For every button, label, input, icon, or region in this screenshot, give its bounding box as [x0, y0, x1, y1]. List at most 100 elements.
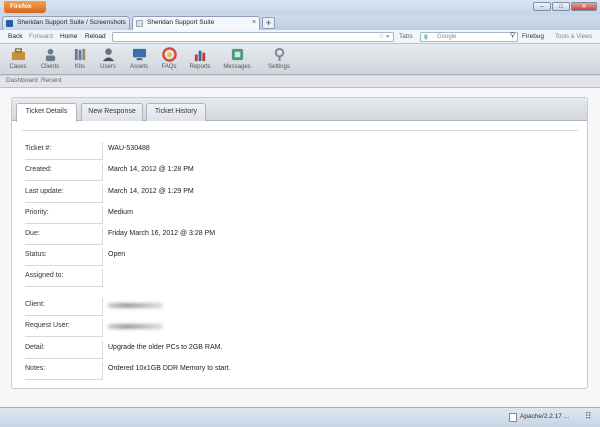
toolbar-faqs-button[interactable]: FAQs — [154, 47, 184, 70]
reports-icon — [194, 50, 205, 62]
field-label: Assigned to: — [25, 269, 103, 287]
field-value: March 14, 2012 @ 1:29 PM — [108, 188, 194, 195]
toolbar-users-button[interactable]: Users — [93, 47, 123, 70]
page-icon — [509, 413, 517, 422]
toolbar-label: Reports — [189, 64, 211, 70]
tab-new-response[interactable]: New Response — [81, 103, 143, 121]
firefox-menu-button[interactable]: Firefox — [4, 1, 46, 13]
field-value: Upgrade the older PCs to 2GB RAM. — [108, 344, 223, 351]
home-button[interactable]: Home — [60, 32, 77, 42]
field-priority: Priority: Medium — [25, 203, 565, 224]
go-arrow-icon[interactable]: ☆ ▸ — [378, 33, 390, 41]
field-label: Notes: — [25, 362, 103, 380]
navigation-bar: Back Forward Home Reload ☆ ▸ Tabs g Goog… — [0, 30, 600, 44]
toolbar-cases-button[interactable]: Cases — [3, 47, 33, 70]
field-label: Priority: — [25, 206, 103, 224]
search-placeholder: Google — [437, 34, 457, 40]
tab-label: Sheridan Support Suite — [147, 19, 215, 26]
minimize-button[interactable]: – — [533, 2, 551, 11]
field-request-user: Request User: — [25, 316, 565, 337]
ticket-panel: Ticket Details New Response Ticket Histo… — [11, 97, 588, 389]
toolbar-clients-button[interactable]: Clients — [35, 47, 65, 70]
field-detail: Detail: Upgrade the older PCs to 2GB RAM… — [25, 338, 565, 359]
maximize-button[interactable]: □ — [552, 2, 570, 11]
new-tab-button[interactable]: + — [262, 17, 275, 29]
field-label: Status: — [25, 248, 103, 266]
field-last-update: Last update: March 14, 2012 @ 1:29 PM — [25, 182, 565, 203]
field-due: Due: Friday March 16, 2012 @ 3:28 PM — [25, 224, 565, 245]
user-icon — [102, 48, 114, 62]
field-assigned-to: Assigned to: — [25, 266, 565, 287]
toolbar-label: Assets — [129, 64, 148, 70]
books-icon — [74, 48, 85, 61]
toolbar-kbs-button[interactable]: Kbs — [65, 47, 95, 70]
toolbar-assets-button[interactable]: Assets — [124, 47, 154, 70]
reload-button[interactable]: Reload — [85, 32, 106, 42]
browser-tab-screenshots[interactable]: Sheridan Support Suite / Screenshots — [2, 16, 130, 30]
recent-link[interactable]: Recent — [41, 77, 62, 84]
status-bar: Apache/2.2.17 ... ⠿ — [0, 407, 600, 427]
tab-ticket-details[interactable]: Ticket Details — [16, 103, 77, 122]
forward-button[interactable]: Forward — [29, 32, 53, 42]
resize-grip-icon[interactable]: ⠿ — [585, 411, 592, 422]
settings-icon — [274, 47, 284, 62]
tools-and-views-button[interactable]: Tools & Views — [555, 32, 592, 42]
toolbar-label: Cases — [9, 64, 27, 70]
field-label: Ticket #: — [25, 142, 103, 160]
google-icon[interactable]: g — [424, 33, 428, 41]
toolbar-label: Users — [100, 64, 116, 70]
clients-icon — [45, 48, 55, 62]
tab-ticket-history[interactable]: Ticket History — [146, 103, 206, 121]
faq-icon — [161, 47, 177, 62]
browser-tab-support-suite[interactable]: Sheridan Support Suite × — [132, 16, 260, 30]
window-controls: – □ ✕ — [533, 2, 597, 11]
computer-icon — [132, 48, 146, 61]
window-titlebar: Firefox – □ ✕ — [0, 0, 600, 15]
app-toolbar: Cases Clients Kbs Users Assets FAQs Repo… — [0, 44, 600, 75]
close-tab-icon[interactable]: × — [252, 17, 256, 29]
messages-icon — [231, 48, 243, 61]
field-value: March 14, 2012 @ 1:28 PM — [108, 166, 194, 173]
search-icon[interactable]: ⚲ — [510, 32, 515, 40]
toolbar-label: Messages — [223, 64, 251, 70]
field-label: Due: — [25, 227, 103, 245]
field-value: Open — [108, 251, 126, 258]
favicon-icon — [6, 20, 13, 27]
toolbar-label: Kbs — [74, 64, 86, 70]
toolbar-messages-button[interactable]: Messages — [222, 47, 252, 70]
toolbar-label: FAQs — [161, 64, 177, 70]
redacted-value — [108, 324, 163, 329]
close-window-button[interactable]: ✕ — [571, 2, 597, 11]
firebug-button[interactable]: Firebug — [522, 32, 544, 42]
url-input[interactable]: ☆ ▸ — [112, 32, 394, 42]
page-content: Ticket Details New Response Ticket Histo… — [0, 88, 600, 407]
field-label: Request User: — [25, 319, 103, 337]
toolbar-label: Settings — [268, 64, 290, 70]
toolbar-reports-button[interactable]: Reports — [185, 47, 215, 70]
field-label: Last update: — [25, 185, 103, 203]
toolbar-settings-button[interactable]: Settings — [264, 47, 294, 70]
panel-tab-strip: Ticket Details New Response Ticket Histo… — [12, 98, 587, 122]
dashboard-link[interactable]: Dashboard — [6, 77, 38, 84]
browser-tab-strip: Sheridan Support Suite / Screenshots She… — [0, 15, 600, 30]
field-value: Friday March 16, 2012 @ 3:28 PM — [108, 230, 216, 237]
server-status-text: Apache/2.2.17 ... — [520, 413, 570, 420]
field-label: Detail: — [25, 341, 103, 359]
field-created: Created: March 14, 2012 @ 1:28 PM — [25, 160, 565, 181]
favicon-icon — [136, 20, 143, 27]
tabs-button[interactable]: Tabs — [399, 32, 413, 42]
ticket-details: Ticket #: WAU-530488 Created: March 14, … — [22, 130, 578, 382]
field-label: Created: — [25, 163, 103, 181]
briefcase-icon — [11, 48, 25, 61]
field-value: Ordered 10x1GB DDR Memory to start. — [108, 365, 231, 372]
search-input[interactable]: g Google ⚲ — [420, 32, 518, 42]
tab-label: Sheridan Support Suite / Screenshots — [17, 19, 126, 26]
field-status: Status: Open — [25, 245, 565, 266]
field-client: Client: — [25, 295, 565, 316]
back-button[interactable]: Back — [8, 32, 22, 42]
field-value: Medium — [108, 209, 133, 216]
field-label: Client: — [25, 298, 103, 316]
field-ticket-number: Ticket #: WAU-530488 — [25, 139, 565, 160]
field-notes: Notes: Ordered 10x1GB DDR Memory to star… — [25, 359, 565, 380]
toolbar-label: Clients — [40, 64, 60, 70]
